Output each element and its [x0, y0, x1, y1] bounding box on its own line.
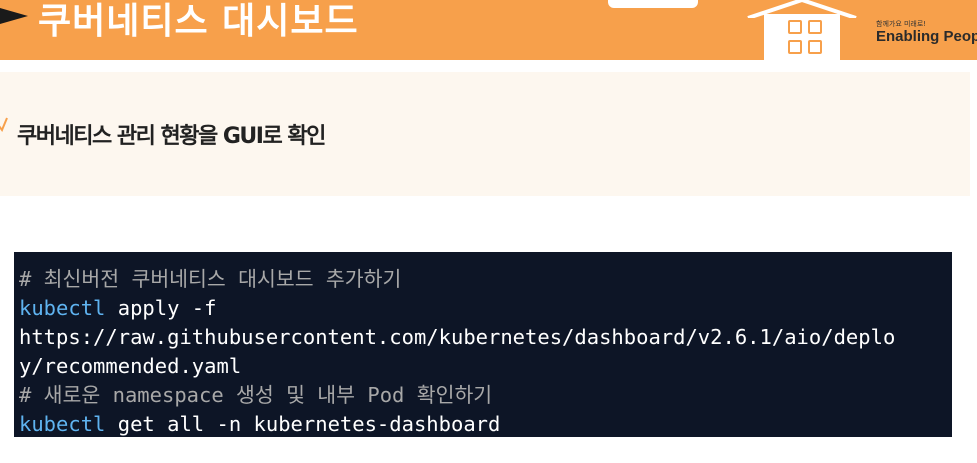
- code-lines: # 최신버전 쿠버네티스 대시보드 추가하기 kubectl apply -f ht…: [19, 265, 895, 439]
- code-line: # 새로운 namespace 생성 및 내부 Pod 확인하기: [19, 381, 895, 410]
- code-command-args: apply -f: [105, 296, 217, 320]
- code-command-name: kubectl: [19, 412, 106, 436]
- window-pane: [808, 40, 822, 54]
- code-command-args: get all -n kubernetes-dashboard: [105, 412, 501, 436]
- code-line: # 최신버전 쿠버네티스 대시보드 추가하기: [19, 265, 895, 294]
- brand-name: Enabling People: [876, 28, 977, 45]
- code-line: y/recommended.yaml: [19, 352, 895, 381]
- page-title: 쿠버네티스 대시보드: [38, 1, 359, 42]
- code-comment: # 최신버전 쿠버네티스 대시보드 추가하기: [19, 267, 402, 291]
- code-comment: # 새로운 namespace 생성 및 내부 Pod 확인하기: [19, 383, 493, 407]
- window-pane: [808, 20, 822, 34]
- header-arrow-icon: [0, 8, 28, 24]
- code-block: # 최신버전 쿠버네티스 대시보드 추가하기 kubectl apply -f ht…: [14, 252, 952, 437]
- code-command-name: kubectl: [19, 296, 106, 320]
- window-grid-icon: [788, 20, 822, 54]
- code-line: kubectl apply -f: [19, 294, 895, 323]
- code-text: https://raw.githubusercontent.com/kubern…: [19, 325, 896, 349]
- code-text: y/recommended.yaml: [19, 354, 242, 378]
- code-line: kubectl get all -n kubernetes-dashboard: [19, 410, 895, 439]
- header-tab-decoration: [608, 0, 698, 8]
- code-line: https://raw.githubusercontent.com/kubern…: [19, 323, 895, 352]
- brand-logo: 함께가요 미래로! Enabling People: [868, 0, 977, 60]
- window-pane: [788, 20, 802, 34]
- subtitle-heading: 쿠버네티스 관리 현황을 GUI로 확인: [17, 124, 326, 149]
- checkmark-icon: [0, 117, 8, 132]
- window-pane: [788, 40, 802, 54]
